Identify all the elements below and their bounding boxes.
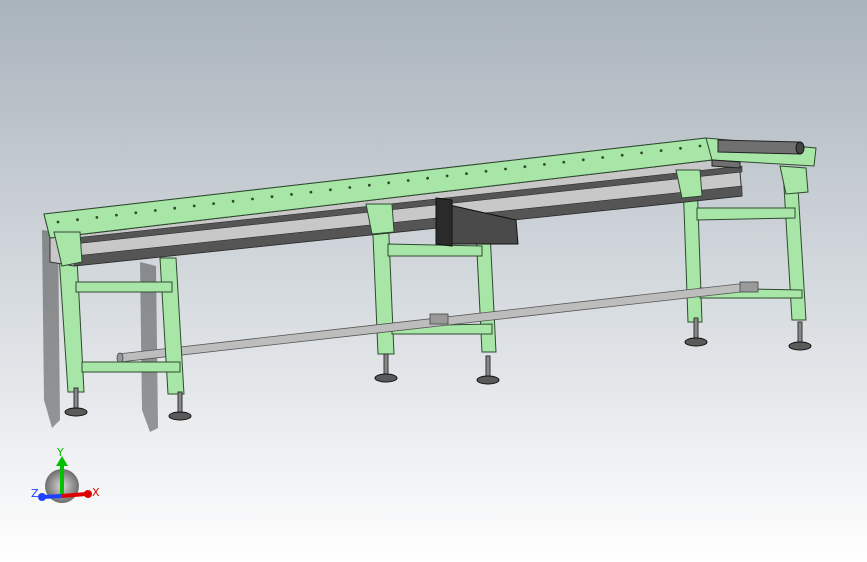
foot-pad <box>476 375 500 385</box>
foot-stem <box>73 387 79 411</box>
triad-z-tip <box>38 493 46 501</box>
bolt <box>309 190 313 194</box>
foot-pad <box>374 373 398 383</box>
bolt <box>698 144 702 148</box>
bolt <box>348 186 352 189</box>
foot-stem <box>177 391 183 415</box>
foot-stem <box>383 353 389 377</box>
foot-pad <box>168 411 192 421</box>
foot-pad <box>64 407 88 417</box>
bolt <box>659 149 663 153</box>
graphics-viewport[interactable]: Y X Z <box>0 0 867 562</box>
bolt <box>601 156 605 159</box>
bolt <box>76 218 79 222</box>
bolt <box>212 202 216 206</box>
bolt <box>56 220 60 224</box>
bolt <box>679 146 682 150</box>
foot-stem <box>693 317 699 341</box>
foot-stem <box>485 355 491 379</box>
bolt <box>543 163 546 166</box>
bolt <box>290 193 293 196</box>
bolt <box>251 197 254 201</box>
triad-z-label: Z <box>31 487 39 500</box>
bolt <box>484 169 488 173</box>
bolt <box>445 174 449 178</box>
bolt <box>406 179 410 182</box>
bolt <box>523 165 527 169</box>
bolt <box>95 216 99 219</box>
bolt <box>115 213 118 217</box>
bolt <box>465 172 468 176</box>
triad-x-label: X <box>92 486 100 499</box>
bolt <box>640 151 643 155</box>
bolt <box>504 167 507 171</box>
triad-x-tip <box>84 490 92 498</box>
bolt <box>231 199 235 203</box>
foot-pad <box>684 337 708 347</box>
triad-x-axis <box>61 492 87 498</box>
triad-y-label: Y <box>56 446 64 459</box>
bolt <box>134 211 138 215</box>
bolt <box>173 206 177 210</box>
bolt <box>192 204 196 208</box>
bolt <box>153 209 157 212</box>
bolt <box>620 153 624 157</box>
bolt <box>329 188 332 192</box>
cad-scene[interactable]: Y X Z <box>0 0 867 562</box>
viewport-background <box>0 0 867 562</box>
foot-pad <box>788 341 812 351</box>
bolt <box>562 160 566 164</box>
foot-stem <box>797 321 803 345</box>
bolt <box>581 158 585 162</box>
bolt <box>387 181 391 185</box>
bolt <box>426 176 429 180</box>
bolt <box>270 195 274 199</box>
bolt <box>367 183 371 187</box>
